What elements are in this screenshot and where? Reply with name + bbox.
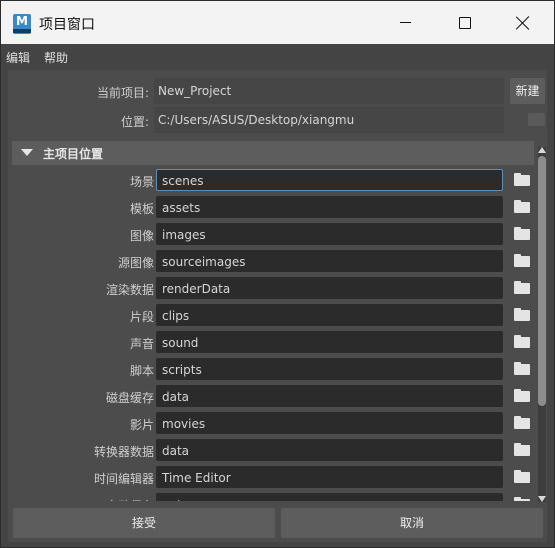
project-location-label: 位置:: [120, 115, 149, 129]
scroll-down-arrow-icon[interactable]: [538, 496, 546, 502]
location-input[interactable]: clips: [156, 304, 503, 326]
menu-bar: 编辑 帮助: [1, 44, 554, 69]
scroll-up-arrow-icon[interactable]: [538, 147, 546, 153]
folder-body: [514, 499, 530, 501]
project-location-row: 位置:: [8, 107, 154, 133]
location-label: 磁盘缓存: [105, 391, 154, 405]
new-project-button[interactable]: 新建: [510, 78, 545, 104]
folder-icon[interactable]: [514, 362, 530, 375]
folder-icon[interactable]: [514, 173, 530, 186]
location-input[interactable]: data: [156, 385, 503, 407]
location-label: 转换器数据: [93, 445, 154, 459]
folder-body: [514, 445, 530, 456]
folder-body: [514, 283, 530, 294]
location-input[interactable]: scenes: [156, 169, 503, 191]
location-row: 影片 movies: [12, 410, 534, 437]
folder-icon[interactable]: [514, 200, 530, 213]
location-input[interactable]: assets: [156, 196, 503, 218]
location-row: 源图像 sourceimages: [12, 248, 534, 275]
location-input[interactable]: movies: [156, 412, 503, 434]
close-icon: [516, 16, 530, 30]
folder-icon[interactable]: [514, 335, 530, 348]
location-folder-icon[interactable]: [528, 113, 545, 126]
location-row: 自动保存autosave: [12, 491, 534, 501]
project-window: M 项目窗口 编辑 帮助 当前项目: New_Project 新建 位置: C:…: [0, 0, 555, 548]
maximize-button[interactable]: [442, 1, 488, 44]
maya-app-icon: M: [13, 14, 31, 34]
minimize-icon: [399, 22, 411, 23]
folder-body: [514, 310, 530, 321]
current-project-label: 当前项目:: [96, 86, 149, 100]
current-project-row: 当前项目:: [8, 78, 154, 104]
location-input[interactable]: sound: [156, 331, 503, 353]
folder-body: [514, 229, 530, 240]
close-button[interactable]: [500, 1, 546, 44]
location-input[interactable]: renderData: [156, 277, 503, 299]
location-label: 模板: [129, 202, 154, 216]
location-label: 影片: [129, 418, 154, 432]
location-input[interactable]: data: [156, 439, 503, 461]
main-content: 当前项目: New_Project 新建 位置: C:/Users/ASUS/D…: [8, 70, 547, 542]
folder-icon[interactable]: [514, 227, 530, 240]
locations-scrollbar[interactable]: [538, 147, 546, 502]
menu-help[interactable]: 帮助: [44, 49, 68, 66]
folder-icon[interactable]: [514, 308, 530, 321]
folder-body: [514, 364, 530, 375]
folder-body: [514, 418, 530, 429]
location-row: 模板 assets: [12, 194, 534, 221]
location-label: 场景: [129, 175, 154, 189]
locations-list: 场景 scenes 模板 assets 图像 images 源图像 sourceimages 渲…: [12, 167, 534, 501]
folder-icon[interactable]: [514, 281, 530, 294]
folder-icon[interactable]: [514, 389, 530, 402]
location-input[interactable]: autosave: [156, 493, 503, 501]
location-label: 渲染数据: [105, 283, 154, 297]
location-label: 片段: [129, 310, 154, 324]
folder-icon[interactable]: [514, 416, 530, 429]
triangle-down-icon[interactable]: [21, 149, 33, 156]
location-label: 脚本: [129, 364, 154, 378]
folder-icon[interactable]: [514, 497, 530, 501]
location-label: 源图像: [117, 256, 154, 270]
current-project-field[interactable]: New_Project: [154, 78, 504, 104]
location-input[interactable]: scripts: [156, 358, 503, 380]
app-icon-strip: [13, 29, 31, 33]
folder-body: [514, 175, 530, 186]
location-input[interactable]: sourceimages: [156, 250, 503, 272]
cancel-button[interactable]: 取消: [281, 508, 543, 538]
maximize-icon: [459, 16, 471, 29]
scroll-thumb[interactable]: [538, 156, 546, 406]
folder-body: [514, 391, 530, 402]
title-bar: M 项目窗口: [1, 1, 554, 44]
location-row: 转换器数据 data: [12, 437, 534, 464]
location-row: 时间编辑器 Time Editor: [12, 464, 534, 491]
location-row: 图像 images: [12, 221, 534, 248]
menu-edit[interactable]: 编辑: [6, 49, 30, 66]
primary-locations-header[interactable]: 主项目位置: [12, 141, 534, 165]
folder-body: [514, 202, 530, 213]
location-row: 脚本 scripts: [12, 356, 534, 383]
location-label: 图像: [129, 229, 154, 243]
location-row: 磁盘缓存 data: [12, 383, 534, 410]
location-label: 时间编辑器: [93, 472, 154, 486]
section-title: 主项目位置: [43, 147, 104, 161]
folder-icon[interactable]: [514, 470, 530, 483]
folder-body: [514, 256, 530, 267]
location-input[interactable]: images: [156, 223, 503, 245]
location-row: 片段 clips: [12, 302, 534, 329]
location-row: 场景 scenes: [12, 167, 534, 194]
location-label: 自动保存: [106, 497, 154, 501]
location-row: 渲染数据 renderData: [12, 275, 534, 302]
accept-button[interactable]: 接受: [13, 508, 275, 538]
window-title: 项目窗口: [39, 17, 95, 33]
location-label: 声音: [129, 337, 154, 351]
minimize-button[interactable]: [382, 1, 428, 44]
folder-icon[interactable]: [514, 254, 530, 267]
folder-icon[interactable]: [514, 443, 530, 456]
project-location-field[interactable]: C:/Users/ASUS/Desktop/xiangmu: [154, 107, 504, 133]
app-icon-letter: M: [16, 14, 28, 28]
location-input[interactable]: Time Editor: [156, 466, 503, 488]
folder-body: [514, 337, 530, 348]
location-row: 声音 sound: [12, 329, 534, 356]
folder-body: [514, 472, 530, 483]
